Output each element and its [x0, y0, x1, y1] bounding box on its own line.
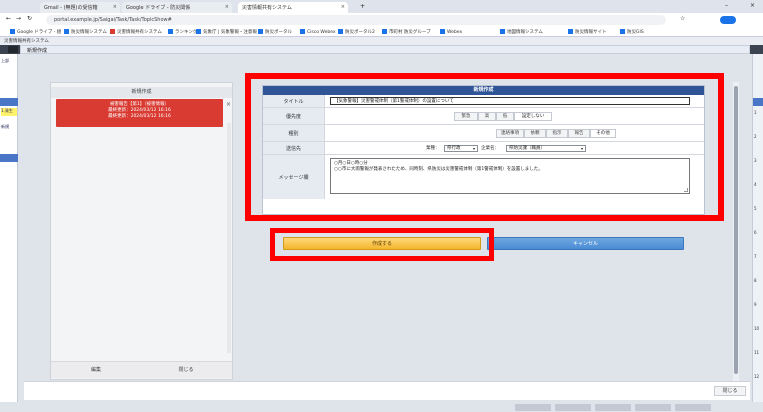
close-button[interactable]: 閉じる — [714, 386, 746, 396]
bookmark-item[interactable]: 市町村 防災グループ — [382, 29, 431, 35]
close-icon[interactable]: × — [226, 101, 231, 108]
right-rail: 1 2 3 4 5 6 7 8 9 10 11 12 — [752, 54, 763, 412]
highlight-box — [245, 73, 724, 221]
close-icon[interactable]: × — [113, 4, 117, 10]
back-icon[interactable]: ← — [6, 15, 11, 22]
status-segment — [675, 404, 711, 411]
page-title: 新規作成 — [27, 48, 48, 54]
panel-title: 新規作成 — [51, 87, 232, 98]
rail-item[interactable]: 6 — [754, 230, 763, 237]
star-icon[interactable]: ☆ — [680, 15, 685, 22]
rail-item[interactable]: 9 — [754, 302, 763, 309]
rail-item[interactable]: 12 — [754, 374, 763, 381]
forward-icon[interactable]: → — [16, 15, 21, 22]
profile-icon[interactable] — [720, 16, 736, 24]
bookmark-item[interactable]: 防災ポータル2 — [338, 29, 375, 35]
scrollbar-thumb[interactable] — [734, 86, 738, 374]
rail-item-active[interactable] — [753, 98, 763, 106]
task-list-panel: 新規作成 被害報告【第1】（被害情報） 最終更新：2024/03/12 16:1… — [50, 82, 233, 380]
bookmark-item[interactable]: 防災情報サイト — [568, 29, 607, 35]
bookmark-item[interactable]: 防災ポータル — [258, 29, 292, 35]
rail-item[interactable]: 3 — [754, 158, 763, 165]
bookmark-item[interactable]: 気象庁 | 気象警報・注意報 — [196, 29, 257, 35]
browser-tab[interactable]: Google ドライブ - 防災関係 × — [122, 2, 232, 13]
left-rail: 上部 1.発生 新規 — [0, 54, 18, 412]
bookmark-item[interactable]: 災害情報共有システム — [110, 29, 162, 35]
new-tab-icon[interactable]: + — [360, 3, 365, 10]
panel-footer: 編集 閉じる — [51, 361, 232, 378]
app-title: 災害情報共有システム — [0, 37, 763, 45]
status-segment — [595, 404, 631, 411]
menu-icon[interactable] — [8, 46, 18, 53]
status-segment — [635, 404, 671, 411]
bookmark-item[interactable]: Cisco Webex — [300, 29, 336, 35]
status-segment — [555, 404, 591, 411]
highlight-box — [270, 228, 494, 261]
rail-item[interactable]: 10 — [754, 326, 763, 333]
status-strip — [0, 402, 763, 412]
rail-item[interactable]: 上部 — [1, 58, 17, 66]
address-bar: ← → ↻ portal.example.jp/Saigai/Task/Task… — [0, 13, 763, 27]
browser-tab[interactable]: Gmail - (無題)の受信箱 × — [40, 2, 120, 13]
minimize-icon[interactable]: – — [725, 2, 728, 9]
rail-item[interactable]: 8 — [754, 278, 763, 285]
tab-label: 災害情報共有システム — [242, 5, 292, 11]
bookmark-item[interactable]: 防災GIS — [620, 29, 644, 35]
rail-item-active[interactable] — [0, 98, 18, 106]
rail-item-active[interactable] — [0, 154, 18, 162]
tab-label: Gmail - (無題)の受信箱 — [44, 5, 98, 11]
rail-item[interactable]: 7 — [754, 254, 763, 261]
scrollbar[interactable] — [733, 82, 739, 382]
bookmark-item[interactable]: 地図情報システム — [500, 29, 543, 35]
edit-button[interactable]: 編集 — [71, 366, 121, 375]
close-window-icon[interactable]: × — [750, 2, 755, 9]
bookmark-item[interactable]: Google ドライブ - 組 — [10, 29, 61, 35]
cancel-button[interactable]: キャンセル — [487, 237, 684, 250]
tab-label: Google ドライブ - 防災関係 — [126, 5, 191, 11]
rail-item[interactable]: 1.発生 — [1, 108, 17, 116]
status-segment — [515, 404, 551, 411]
footer-bar: 閉じる — [24, 381, 750, 400]
rail-item[interactable]: 新規 — [1, 124, 17, 132]
bookmark-item[interactable]: 防災情報システム — [64, 29, 107, 35]
incident-card[interactable]: 被害報告【第1】（被害情報） 最終更新：2024/03/12 16:16 最終更… — [56, 99, 223, 127]
close-icon[interactable]: × — [341, 4, 345, 10]
rail-item[interactable]: 4 — [754, 182, 763, 189]
rail-item[interactable]: 5 — [754, 206, 763, 213]
browser-tab-bar: Gmail - (無題)の受信箱 × Google ドライブ - 防災関係 × 災害… — [0, 0, 763, 13]
rail-item[interactable]: 11 — [754, 350, 763, 357]
close-icon[interactable]: × — [225, 4, 229, 10]
close-panel-button[interactable]: 閉じる — [161, 366, 211, 375]
reload-icon[interactable]: ↻ — [27, 15, 32, 22]
bookmark-item[interactable]: ランキング — [168, 29, 197, 35]
rail-item[interactable]: 2 — [754, 134, 763, 141]
scrollbar[interactable] — [227, 123, 231, 353]
page-header: 新規作成 — [20, 45, 750, 54]
url-field[interactable]: portal.example.jp/Saigai/Task/Task/Topic… — [46, 15, 666, 25]
browser-tab-active[interactable]: 災害情報共有システム × — [238, 2, 348, 13]
bookmark-item[interactable]: Webex — [440, 29, 462, 35]
rail-item[interactable]: 1 — [754, 110, 763, 117]
card-updated: 最終更新：2024/03/12 16:16 — [108, 114, 171, 119]
bookmarks-bar: Google ドライブ - 組 防災情報システム 災害情報共有システム ランキン… — [0, 27, 763, 37]
